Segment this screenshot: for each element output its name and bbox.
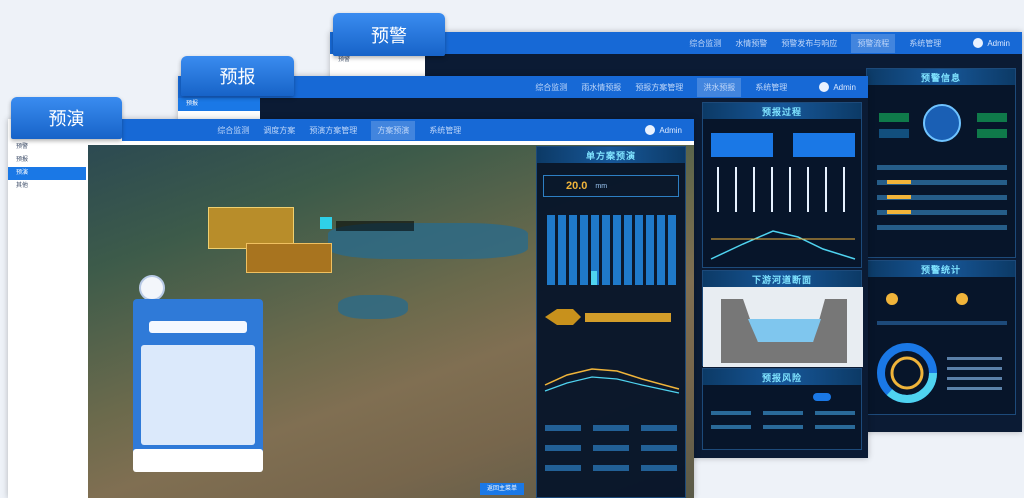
chat-input[interactable] [149,321,247,333]
downstream-section-panel: 下游河道断面 [702,270,863,367]
rehearsal-nav-1[interactable]: 综合监测 [217,125,249,136]
warning-stats-panel: 预警统计 [866,260,1016,415]
rehearsal-window: 综合监测 调度方案 预演方案管理 方案预演 系统管理 Admin 预警 预报 预… [8,119,694,498]
forecast-sidebar-item[interactable]: 预报 [178,98,260,111]
rehearsal-sidebar: 预警 预报 预演 其他 [8,141,86,498]
warning-user[interactable]: Admin [973,38,1010,48]
warning-user-name: Admin [987,38,1010,48]
avatar-icon [819,82,830,92]
forecast-risk-title: 预报风险 [703,369,861,385]
warning-stats-title: 预警统计 [867,261,1015,277]
warning-info-title: 预警信息 [867,69,1015,85]
rain-bar [602,215,610,285]
map-label [336,221,414,231]
highlight-bar [591,271,597,285]
downstream-section-title: 下游河道断面 [703,271,861,287]
assistant-chat-panel[interactable] [133,299,263,472]
rain-bar [624,215,632,285]
value-box: 20.0 mm [543,175,679,197]
warning-nav-3[interactable]: 预警发布与响应 [781,38,837,49]
rehearsal-nav-2[interactable]: 调度方案 [263,125,295,136]
rain-unit: mm [595,182,608,190]
rain-value: 20.0 [566,180,588,192]
tab-rehearsal[interactable]: 预演 [11,97,122,139]
warning-info-graphic [877,104,1007,230]
sidebar-item-warning[interactable]: 预警 [8,141,86,154]
rain-bar [646,215,654,285]
warning-info-panel: 预警信息 [866,68,1016,258]
warning-stats-graphic [877,293,1007,403]
rainfall-bar-chart [547,215,676,285]
bottom-return-button[interactable]: 返回主菜单 [480,483,524,495]
rain-bar [613,215,621,285]
avatar-icon [973,38,984,48]
robot-icon[interactable] [139,275,165,301]
rain-bar [558,215,566,285]
rehearsal-data-panel: 单方案预演 20.0 mm [536,146,686,498]
rain-bar [668,215,676,285]
map-popup-orange[interactable] [246,243,332,273]
rain-bar [657,215,665,285]
forecast-process-graphic [710,133,856,260]
forecast-user[interactable]: Admin [819,82,856,92]
hydrograph-chart [544,309,680,394]
rain-bar [635,215,643,285]
forecast-risk-graphic [711,393,855,429]
rehearsal-topbar: 综合监测 调度方案 预演方案管理 方案预演 系统管理 Admin [122,119,694,141]
lake [338,295,408,319]
rain-bar [547,215,555,285]
forecast-risk-panel: 预报风险 [702,368,862,450]
map-marker-cyan[interactable] [320,217,332,229]
section-graphic [703,287,863,367]
forecast-user-name: Admin [833,82,856,92]
forecast-nav-3[interactable]: 预报方案管理 [635,82,683,93]
warning-nav-4[interactable]: 预警流程 [851,33,896,53]
rehearsal-panel-title: 单方案预演 [537,147,685,163]
tab-forecast[interactable]: 预报 [181,56,294,96]
sidebar-item-rehearsal[interactable]: 预演 [8,167,86,180]
forecast-nav-5[interactable]: 系统管理 [755,82,787,93]
forecast-process-panel: 预报过程 [702,102,862,268]
rehearsal-nav-3[interactable]: 预演方案管理 [309,125,357,136]
stats-grid [545,425,677,471]
rehearsal-user-name: Admin [659,125,682,135]
warning-nav-2[interactable]: 水情预警 [735,38,767,49]
forecast-nav-1[interactable]: 综合监测 [535,82,567,93]
rain-bar [580,215,588,285]
sidebar-item-other[interactable]: 其他 [8,180,86,193]
sidebar-item-forecast[interactable]: 预报 [8,154,86,167]
forecast-process-title: 预报过程 [703,103,861,119]
rain-bar [569,215,577,285]
tab-warning[interactable]: 预警 [333,13,445,56]
chat-message [141,345,255,445]
forecast-nav-2[interactable]: 雨水情预报 [581,82,621,93]
warning-nav-5[interactable]: 系统管理 [909,38,941,49]
warning-nav-1[interactable]: 综合监测 [689,38,721,49]
avatar-icon [645,125,656,135]
rehearsal-nav-4[interactable]: 方案预演 [371,120,416,140]
rehearsal-nav-5[interactable]: 系统管理 [429,125,461,136]
chat-footer [133,449,263,472]
forecast-nav-4[interactable]: 洪水预报 [697,77,742,97]
screenshot-stage: 综合监测 水情预警 预警发布与响应 预警流程 系统管理 Admin 预警 预警信… [0,0,1024,498]
rehearsal-user[interactable]: Admin [645,125,682,135]
